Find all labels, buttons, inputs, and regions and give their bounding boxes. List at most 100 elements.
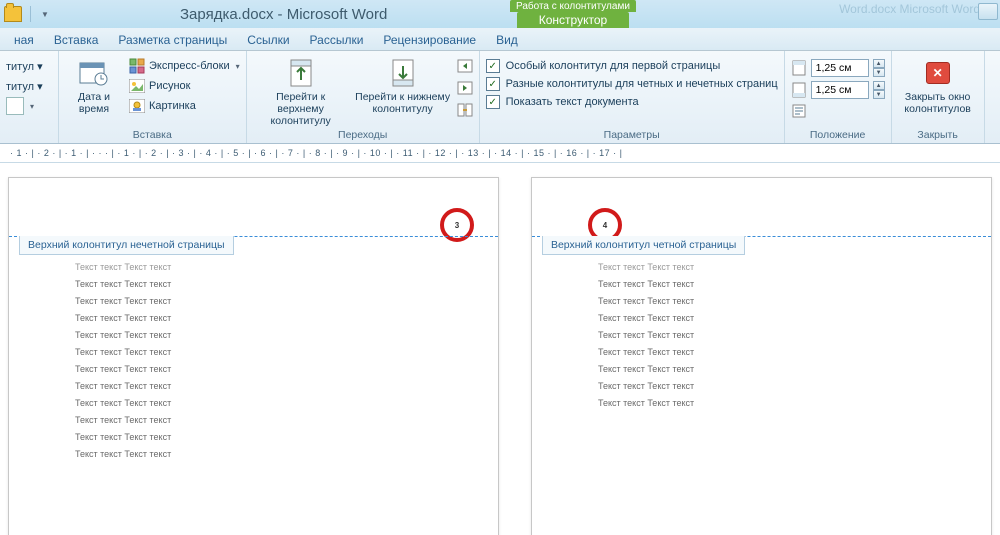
page-even[interactable]: 4 Верхний колонтитул четной страницы Тек… xyxy=(531,177,992,535)
tab-home-cut[interactable]: ная xyxy=(4,30,44,50)
spinner[interactable]: ▲▼ xyxy=(873,81,885,99)
body-text-line: Текст текст Текст текст xyxy=(75,415,171,425)
tab-view[interactable]: Вид xyxy=(486,30,528,50)
header-tag-odd: Верхний колонтитул нечетной страницы xyxy=(19,236,234,255)
body-text-line: Текст текст Текст текст xyxy=(598,262,694,272)
ribbon: титул ▾ титул ▾ ▾ Дата и время Экспресс-… xyxy=(0,51,1000,144)
tab-review[interactable]: Рецензирование xyxy=(373,30,486,50)
tab-align-icon xyxy=(791,103,807,119)
group-header-cut: титул ▾ титул ▾ ▾ xyxy=(0,51,59,143)
prev-icon xyxy=(457,58,473,74)
qat-more-icon[interactable]: ▼ xyxy=(41,10,49,19)
blocks-icon xyxy=(129,58,145,74)
goto-footer-button[interactable]: Перейти к нижнему колонтитулу xyxy=(355,55,451,115)
qat: ▼ xyxy=(4,6,49,22)
checkbox-checked-icon: ✓ xyxy=(486,95,500,109)
body-text-line: Текст текст Текст текст xyxy=(598,398,694,408)
quick-parts-button[interactable]: Экспресс-блоки▾ xyxy=(129,57,240,75)
body-text-line: Текст текст Текст текст xyxy=(75,296,171,306)
prev-section-button[interactable] xyxy=(457,57,473,75)
pagenum-button-cut[interactable]: ▾ xyxy=(6,97,43,115)
group-label-close: Закрыть xyxy=(898,128,978,143)
group-close: ✕ Закрыть окно колонтитулов Закрыть xyxy=(892,51,985,143)
body-text-line: Текст текст Текст текст xyxy=(75,313,171,323)
doc-name: Зарядка.docx xyxy=(180,6,274,23)
header-tag-even: Верхний колонтитул четной страницы xyxy=(542,236,745,255)
body-text-line: Текст текст Текст текст xyxy=(598,330,694,340)
clipart-button[interactable]: Картинка xyxy=(129,97,240,115)
picture-icon xyxy=(129,78,145,94)
spinner[interactable]: ▲▼ xyxy=(873,59,885,77)
group-label xyxy=(6,128,52,143)
header-button-cut[interactable]: титул ▾ xyxy=(6,57,43,75)
body-text-line: Текст текст Текст текст xyxy=(75,449,171,459)
body-text-line: Текст текст Текст текст xyxy=(75,347,171,357)
insert-align-tab[interactable] xyxy=(791,103,885,119)
app-name: - Microsoft Word xyxy=(278,6,388,23)
group-label-nav: Переходы xyxy=(253,128,473,143)
body-text-line: Текст текст Текст текст xyxy=(598,279,694,289)
body-text-line: Текст текст Текст текст xyxy=(75,432,171,442)
background-window-title: Word.docx Microsoft Word xyxy=(839,2,980,16)
goto-footer-icon xyxy=(387,57,419,89)
header-distance-icon xyxy=(791,60,807,76)
window-controls xyxy=(978,3,998,20)
group-navigation: Перейти к верхнему колонтитулу Перейти к… xyxy=(247,51,480,143)
tab-insert[interactable]: Вставка xyxy=(44,30,109,50)
horizontal-ruler[interactable]: · 1 · | · 2 · | · 1 · | · · · | · 1 · | … xyxy=(0,144,1000,163)
group-options: ✓Особый колонтитул для первой страницы ✓… xyxy=(480,51,785,143)
header-distance-value: 1,25 см xyxy=(811,59,869,77)
next-section-button[interactable] xyxy=(457,79,473,97)
tab-page-layout[interactable]: Разметка страницы xyxy=(108,30,237,50)
date-time-button[interactable]: Дата и время xyxy=(65,55,123,115)
body-text-line: Текст текст Текст текст xyxy=(75,398,171,408)
body-text-line: Текст текст Текст текст xyxy=(598,313,694,323)
folder-icon[interactable] xyxy=(4,6,22,22)
checkbox-checked-icon: ✓ xyxy=(486,77,500,91)
opt-first-page[interactable]: ✓Особый колонтитул для первой страницы xyxy=(486,59,778,73)
goto-header-button[interactable]: Перейти к верхнему колонтитулу xyxy=(253,55,349,127)
page-odd[interactable]: 3 Верхний колонтитул нечетной страницы Т… xyxy=(8,177,499,535)
body-text-line: Текст текст Текст текст xyxy=(598,364,694,374)
ruler-ticks: · 1 · | · 2 · | · 1 · | · · · | · 1 · | … xyxy=(0,148,623,158)
close-header-footer-button[interactable]: ✕ Закрыть окно колонтитулов xyxy=(898,55,978,115)
close-icon: ✕ xyxy=(926,62,950,84)
next-icon xyxy=(457,80,473,96)
body-text-line: Текст текст Текст текст xyxy=(75,381,171,391)
body-text-line: Текст текст Текст текст xyxy=(75,279,171,289)
tab-mailings[interactable]: Рассылки xyxy=(300,30,374,50)
group-label-insert: Вставка xyxy=(65,128,240,143)
contextual-tab-group: Работа с колонтитулами Конструктор xyxy=(510,0,636,28)
contextual-title: Работа с колонтитулами xyxy=(510,0,636,12)
body-text-line: Текст текст Текст текст xyxy=(75,364,171,374)
picture-button[interactable]: Рисунок xyxy=(129,77,240,95)
tab-references[interactable]: Ссылки xyxy=(237,30,299,50)
footer-button-cut[interactable]: титул ▾ xyxy=(6,77,43,95)
goto-header-icon xyxy=(285,57,317,89)
title-bar: ▼ Зарядка.docx - Microsoft Word Работа с… xyxy=(0,0,1000,28)
qat-separator xyxy=(30,6,31,22)
window-title: Зарядка.docx - Microsoft Word xyxy=(180,0,387,28)
body-text-line: Текст текст Текст текст xyxy=(598,381,694,391)
group-label-options: Параметры xyxy=(486,128,778,143)
opt-odd-even[interactable]: ✓Разные колонтитулы для четных и нечетны… xyxy=(486,77,778,91)
group-insert: Дата и время Экспресс-блоки▾ Рисунок Кар… xyxy=(59,51,247,143)
footer-from-bottom[interactable]: 1,25 см ▲▼ xyxy=(791,81,885,99)
body-text-line: Текст текст Текст текст xyxy=(75,330,171,340)
header-from-top[interactable]: 1,25 см ▲▼ xyxy=(791,59,885,77)
document-area: 3 Верхний колонтитул нечетной страницы Т… xyxy=(0,163,1000,535)
tab-design[interactable]: Конструктор xyxy=(517,12,629,28)
page-body-even: Текст текст Текст текст Текст текст Текст… xyxy=(598,262,694,408)
minimize-button[interactable] xyxy=(978,3,998,20)
checkbox-checked-icon: ✓ xyxy=(486,59,500,73)
ribbon-tabs: ная Вставка Разметка страницы Ссылки Рас… xyxy=(0,28,1000,51)
opt-show-text[interactable]: ✓Показать текст документа xyxy=(486,95,778,109)
link-previous-button[interactable] xyxy=(457,101,473,119)
body-text-line: Текст текст Текст текст xyxy=(75,262,171,272)
footer-distance-value: 1,25 см xyxy=(811,81,869,99)
link-icon xyxy=(457,102,473,118)
group-position: 1,25 см ▲▼ 1,25 см ▲▼ Положение xyxy=(785,51,892,143)
clipart-icon xyxy=(129,98,145,114)
group-label-position: Положение xyxy=(791,128,885,143)
footer-distance-icon xyxy=(791,82,807,98)
